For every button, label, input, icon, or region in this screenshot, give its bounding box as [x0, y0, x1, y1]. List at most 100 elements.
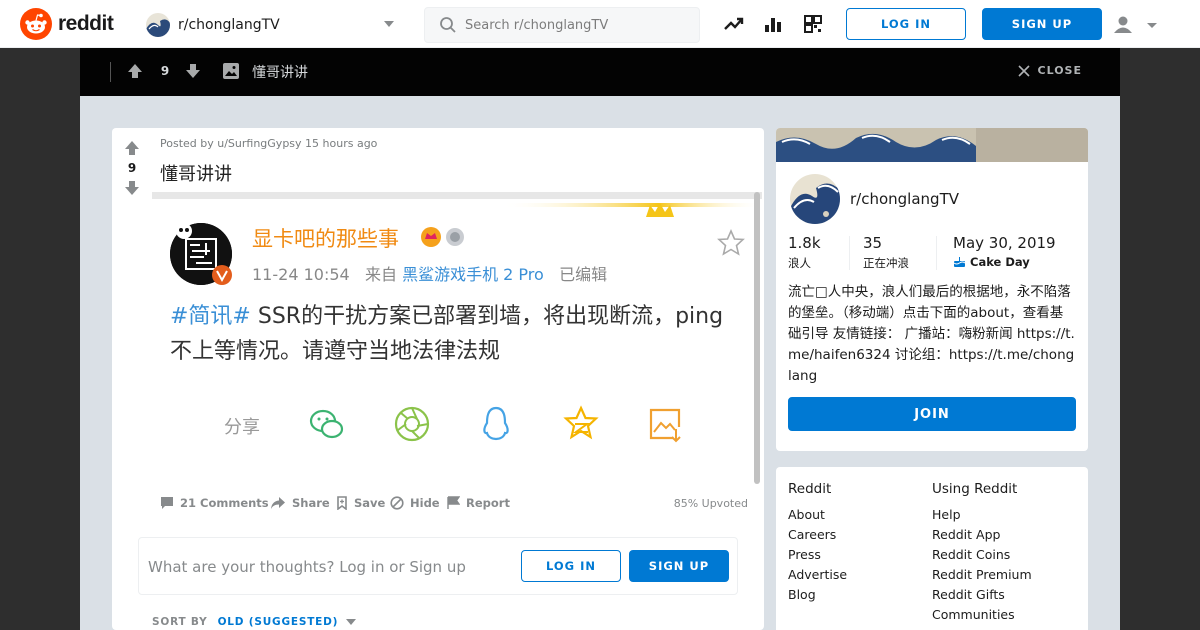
divider [936, 236, 937, 270]
downvote-arrow-icon[interactable] [184, 62, 202, 80]
footer-link-about[interactable]: About [788, 505, 847, 525]
report-button[interactable]: Report [447, 496, 510, 510]
footer-link-reddit-app[interactable]: Reddit App [932, 525, 1032, 545]
reddit-links-card: Reddit About Careers Press Advertise Blo… [776, 467, 1088, 630]
footer-link-communities[interactable]: Communities [932, 605, 1032, 625]
footer-link-careers[interactable]: Careers [788, 525, 847, 545]
report-label: Report [466, 496, 510, 510]
online-stat: 35 正在冲浪 [863, 234, 909, 271]
signup-button[interactable]: SIGN UP [982, 8, 1102, 40]
footer-link-advertise[interactable]: Advertise [788, 565, 847, 585]
comment-placeholder: What are your thoughts? Log in or Sign u… [148, 558, 466, 576]
stats-icon[interactable] [763, 14, 783, 34]
community-title: r/chonglangTV [850, 190, 959, 208]
sort-value: OLD (SUGGESTED) [217, 616, 339, 628]
cake-day: Cake Day [953, 255, 1056, 269]
share-button[interactable]: Share [270, 496, 330, 510]
badge-icons [421, 227, 464, 247]
footer-link-press[interactable]: Press [788, 545, 847, 565]
reddit-alien-icon [20, 8, 52, 40]
embedded-avatar [170, 223, 232, 285]
post-overlay-bar: 9 懂哥讲讲 CLOSE [80, 48, 1120, 96]
hide-label: Hide [410, 496, 440, 510]
chevron-down-icon [346, 619, 357, 625]
image-scrollbar[interactable] [754, 192, 760, 484]
avatar-icon [170, 223, 232, 285]
comments-button[interactable]: 21 Comments [160, 496, 269, 510]
login-button[interactable]: LOG IN [846, 8, 966, 40]
embedded-hashtag: #简讯# [170, 304, 251, 329]
hide-button[interactable]: Hide [390, 496, 440, 510]
user-icon [1114, 16, 1157, 33]
reddit-logo[interactable]: reddit [20, 8, 114, 40]
online-count: 35 [863, 234, 883, 252]
search-bar[interactable] [424, 7, 700, 43]
image-post-icon [223, 63, 239, 79]
save-image-icon [649, 408, 681, 443]
chevron-down-icon [384, 21, 394, 27]
sort-dropdown[interactable]: SORT BY OLD (SUGGESTED) [152, 616, 357, 628]
footer-link-help[interactable]: Help [932, 505, 1032, 525]
overlay-title: 懂哥讲讲 [252, 65, 308, 81]
community-dropdown[interactable]: r/chonglangTV [146, 11, 398, 39]
links-column-using-reddit: Using Reddit Help Reddit App Reddit Coin… [932, 481, 1032, 625]
close-label: CLOSE [1037, 64, 1082, 77]
created-date: May 30, 2019 [953, 234, 1056, 252]
overlay-score: 9 [160, 64, 170, 78]
community-banner [776, 128, 1088, 162]
comment-icon [161, 497, 173, 509]
downvote-arrow-icon[interactable] [124, 180, 140, 196]
share-label: Share [292, 496, 330, 510]
flag-icon [447, 496, 460, 509]
share-icon [271, 497, 285, 509]
community-avatar [146, 13, 170, 37]
post-score: 9 [127, 161, 137, 175]
footer-link-reddit-premium[interactable]: Reddit Premium [932, 565, 1032, 585]
wechat-icon [309, 409, 344, 439]
search-icon [440, 17, 456, 33]
qzone-star-icon [563, 405, 599, 440]
save-label: Save [354, 496, 386, 510]
post-meta[interactable]: Posted by u/SurfingGypsy 15 hours ago [160, 137, 377, 150]
comment-login-button[interactable]: LOG IN [521, 550, 621, 582]
trending-icon[interactable] [724, 14, 744, 34]
embedded-time: 11-24 10:54 [252, 265, 350, 284]
user-dropdown[interactable] [1112, 14, 1162, 36]
embedded-meta: 11-24 10:54 来自 黑鲨游戏手机 2 Pro 已编辑 [252, 261, 607, 285]
moments-icon [394, 406, 430, 442]
join-button[interactable]: JOIN [788, 397, 1076, 431]
wave-icon [790, 174, 840, 224]
embedded-body: #简讯# SSR的干扰方案已部署到墙，将出现断流，ping不上等情况。请遵守当地… [170, 299, 745, 369]
footer-link-blog[interactable]: Blog [788, 585, 847, 605]
qq-icon [483, 406, 509, 441]
embedded-edited: 已编辑 [559, 265, 608, 284]
divider [110, 62, 111, 82]
close-button[interactable]: CLOSE [1017, 64, 1082, 77]
community-about-card: r/chonglangTV 1.8k 浪人 35 正在冲浪 May 30, 20… [776, 128, 1088, 451]
decorative-crown-banner [502, 203, 762, 217]
members-count: 1.8k [788, 234, 821, 252]
search-input[interactable] [465, 17, 685, 33]
save-button[interactable]: Save [336, 496, 385, 510]
close-icon [1017, 64, 1030, 77]
top-header: reddit r/chonglangTV L [0, 0, 1200, 48]
embedded-source-prefix: 来自 [364, 265, 397, 284]
upvote-arrow-icon[interactable] [124, 140, 140, 156]
links-column-reddit: Reddit About Careers Press Advertise Blo… [788, 481, 847, 605]
comments-label: 21 Comments [180, 496, 269, 510]
comment-box[interactable]: What are your thoughts? Log in or Sign u… [138, 537, 738, 595]
links-heading: Reddit [788, 481, 832, 497]
embedded-body-text: SSR的干扰方案已部署到墙，将出现断流，ping不上等情况。请遵守当地法律法规 [170, 304, 724, 364]
footer-link-reddit-gifts[interactable]: Reddit Gifts [932, 585, 1032, 605]
reddit-wordmark: reddit [58, 12, 114, 35]
cake-day-label: Cake Day [970, 255, 1030, 269]
cake-icon [953, 257, 966, 267]
footer-link-reddit-coins[interactable]: Reddit Coins [932, 545, 1032, 565]
post-image[interactable]: 显卡吧的那些事 11-24 10:54 来自 黑鲨游戏手机 2 Pro 已编辑 … [152, 192, 762, 484]
upvote-arrow-icon[interactable] [126, 62, 144, 80]
embedded-share-label: 分享 [224, 417, 260, 438]
post-card: 9 Posted by u/SurfingGypsy 15 hours ago … [112, 128, 764, 630]
coins-icon[interactable] [803, 14, 823, 34]
community-stats: 1.8k 浪人 35 正在冲浪 May 30, 2019 Cake Day [788, 234, 1076, 274]
comment-signup-button[interactable]: SIGN UP [629, 550, 729, 582]
